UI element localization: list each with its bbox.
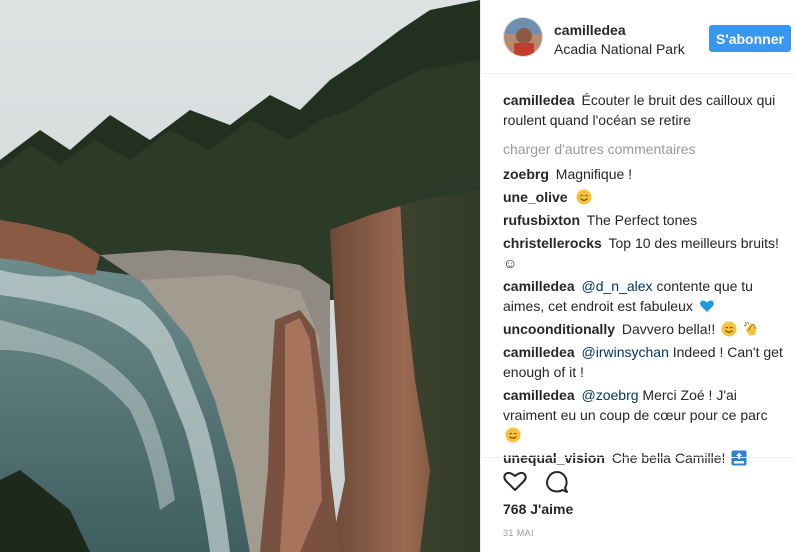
comment-item: camilledea @irwinsychan Indeed ! Can't g… [503, 342, 783, 382]
comment-mention[interactable]: @irwinsychan [582, 344, 669, 360]
comment-author[interactable]: rufusbixton [503, 212, 580, 228]
likes-count[interactable]: 768 J'aime [503, 501, 573, 517]
comment-text: Magnifique ! [555, 166, 633, 182]
coastline-photo [0, 0, 480, 552]
comment-author[interactable]: unequal_vision [503, 450, 605, 466]
post-author[interactable]: camilledea [554, 22, 626, 38]
like-heart-icon[interactable] [502, 468, 528, 494]
blue-heart-icon [699, 300, 714, 312]
comment-item: zoebrg Magnifique ! [503, 164, 783, 184]
comment-item: camilledea @d_n_alex contente que tu aim… [503, 276, 783, 316]
comment-item: une_olive [503, 187, 783, 207]
comments-list: camilledea Écouter le bruit des cailloux… [503, 90, 783, 471]
comment-item: christellerocks Top 10 des meilleurs bru… [503, 233, 783, 273]
comment-author[interactable]: camilledea [503, 387, 575, 403]
comment-author[interactable]: une_olive [503, 189, 568, 205]
comment-bubble-icon[interactable] [544, 468, 570, 494]
post-date: 31 MAI [503, 528, 534, 538]
caption-author[interactable]: camilledea [503, 92, 575, 108]
load-more-comments-link[interactable]: charger d'autres commentaires [503, 139, 783, 159]
smiling-face-icon [576, 189, 592, 205]
comment-author[interactable]: zoebrg [503, 166, 549, 182]
comment-item: rufusbixton The Perfect tones [503, 210, 783, 230]
comment-author[interactable]: camilledea [503, 344, 575, 360]
comment-text: The Perfect tones [586, 212, 698, 228]
avatar-image [504, 18, 542, 56]
comment-author[interactable]: camilledea [503, 278, 575, 294]
post-photo[interactable] [0, 0, 480, 552]
avatar[interactable] [503, 17, 543, 57]
comment-mention[interactable]: @d_n_alex [582, 278, 653, 294]
comment-author[interactable]: christellerocks [503, 235, 602, 251]
smiling-face-icon [505, 427, 521, 443]
clapping-hands-icon [743, 321, 757, 336]
post-actions: 768 J'aime 31 MAI [481, 457, 796, 538]
comment-item: unequal_vision Che bella Camille! [503, 448, 783, 468]
post-header: camilledea Acadia National Park S'abonne… [481, 0, 796, 74]
comment-text: Davvero bella!! [621, 321, 716, 337]
comment-author[interactable]: uncoonditionally [503, 321, 615, 337]
comment-text: Che bella Camille! [611, 450, 726, 466]
follow-button[interactable]: S'abonner [709, 25, 791, 52]
post-side-panel: camilledea Acadia National Park S'abonne… [480, 0, 796, 552]
post-location[interactable]: Acadia National Park [554, 41, 685, 57]
comment-item: uncoonditionally Davvero bella!! [503, 319, 783, 339]
caption: camilledea Écouter le bruit des cailloux… [503, 90, 783, 130]
smiling-face-icon [721, 321, 737, 337]
comment-item: camilledea @zoebrg Merci Zoé ! J'ai vrai… [503, 385, 783, 445]
comment-mention[interactable]: @zoebrg [582, 387, 639, 403]
top-arrow-icon [731, 450, 747, 466]
